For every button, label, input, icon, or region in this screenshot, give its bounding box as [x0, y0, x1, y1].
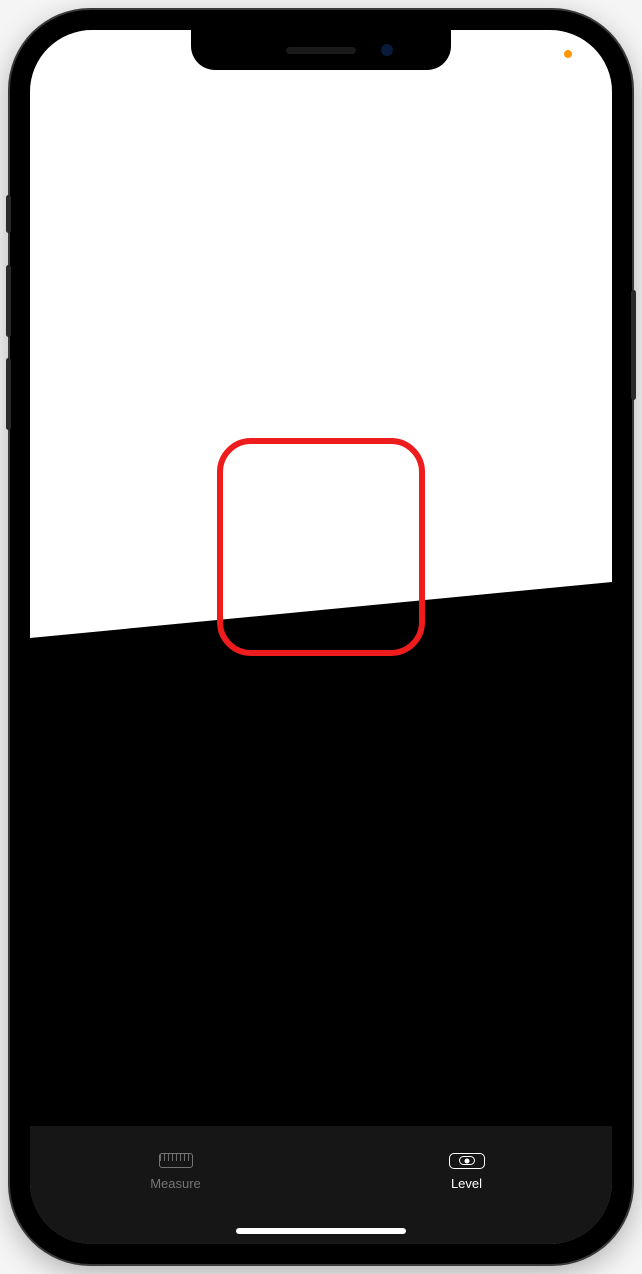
- volume-up-button: [6, 265, 11, 337]
- level-icon: [449, 1150, 485, 1172]
- notch: [191, 30, 451, 70]
- volume-down-button: [6, 358, 11, 430]
- angle-value: 9: [282, 495, 336, 595]
- home-indicator[interactable]: [236, 1228, 406, 1234]
- tab-measure[interactable]: Measure: [30, 1126, 321, 1214]
- microphone-indicator-dot: [564, 50, 572, 58]
- ruler-icon: [158, 1150, 194, 1172]
- level-surface[interactable]: 9°: [30, 30, 612, 1244]
- tab-level[interactable]: Level: [321, 1126, 612, 1214]
- silent-switch: [6, 195, 11, 233]
- screen: 9° Measure Level: [30, 30, 612, 1244]
- tab-bar: Measure Level: [30, 1126, 612, 1244]
- tab-level-label: Level: [451, 1176, 482, 1191]
- degree-symbol: °: [340, 503, 360, 559]
- power-button: [631, 290, 636, 400]
- tab-measure-label: Measure: [150, 1176, 201, 1191]
- earpiece-speaker: [286, 47, 356, 54]
- angle-readout: 9°: [282, 495, 360, 595]
- front-camera: [381, 44, 393, 56]
- device-frame: 9° Measure Level: [10, 10, 632, 1264]
